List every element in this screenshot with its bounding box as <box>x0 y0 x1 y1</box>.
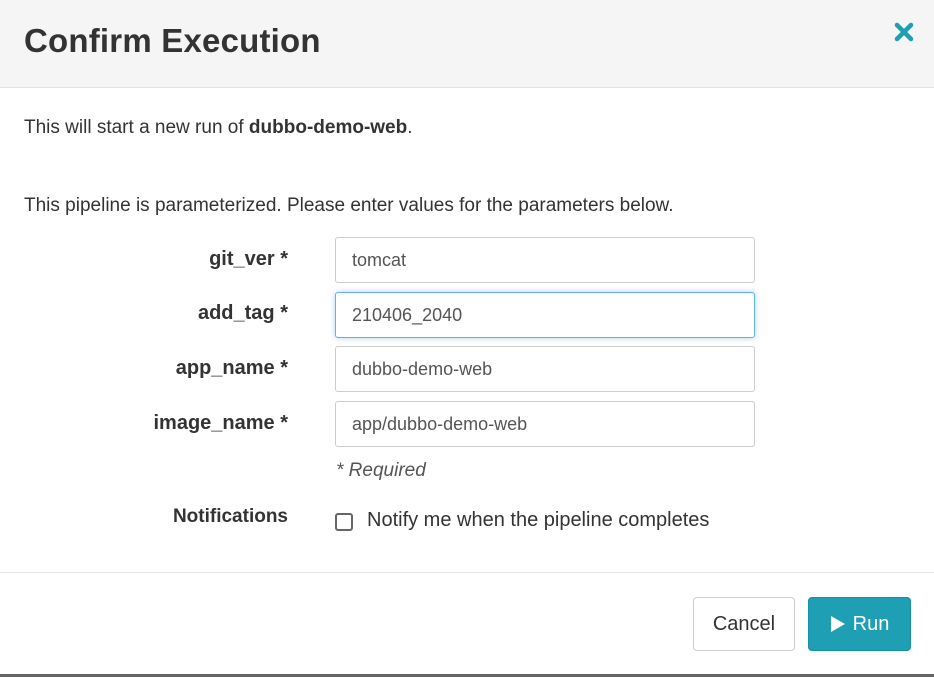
notifications-label: Notifications <box>172 506 288 527</box>
intro-text: This will start a new run of dubbo-demo-… <box>24 117 413 139</box>
param-input-git-ver[interactable] <box>335 237 755 283</box>
cancel-button[interactable]: Cancel <box>693 597 795 651</box>
dialog-footer: Cancel Run <box>0 572 934 674</box>
run-button-label: Run <box>852 612 890 635</box>
param-label-git-ver: git_ver * <box>209 248 288 270</box>
parameters-description: This pipeline is parameterized. Please e… <box>24 195 674 216</box>
close-button[interactable] <box>890 18 918 46</box>
pipeline-name: dubbo-demo-web <box>248 117 408 138</box>
param-input-add-tag[interactable] <box>335 292 755 338</box>
run-button[interactable]: Run <box>808 597 911 651</box>
intro-prefix: This will start a new run of <box>24 117 249 138</box>
cancel-button-label: Cancel <box>712 612 776 635</box>
param-label-add-tag: add_tag * <box>197 302 288 324</box>
close-icon <box>894 22 914 42</box>
dialog-header: Confirm Execution <box>0 0 934 88</box>
play-icon <box>830 616 845 632</box>
param-input-image-name[interactable] <box>335 401 755 447</box>
confirm-execution-dialog: Confirm Execution This will start a new … <box>0 0 934 677</box>
notify-checkbox-label[interactable]: Notify me when the pipeline completes <box>367 509 709 532</box>
required-note: * Required <box>336 460 426 481</box>
param-label-app-name: app_name * <box>175 357 288 379</box>
notify-checkbox[interactable] <box>335 513 353 531</box>
param-label-image-name: image_name * <box>153 412 288 434</box>
dialog-title: Confirm Execution <box>24 22 321 59</box>
param-input-app-name[interactable] <box>335 346 755 392</box>
intro-suffix: . <box>407 117 413 138</box>
